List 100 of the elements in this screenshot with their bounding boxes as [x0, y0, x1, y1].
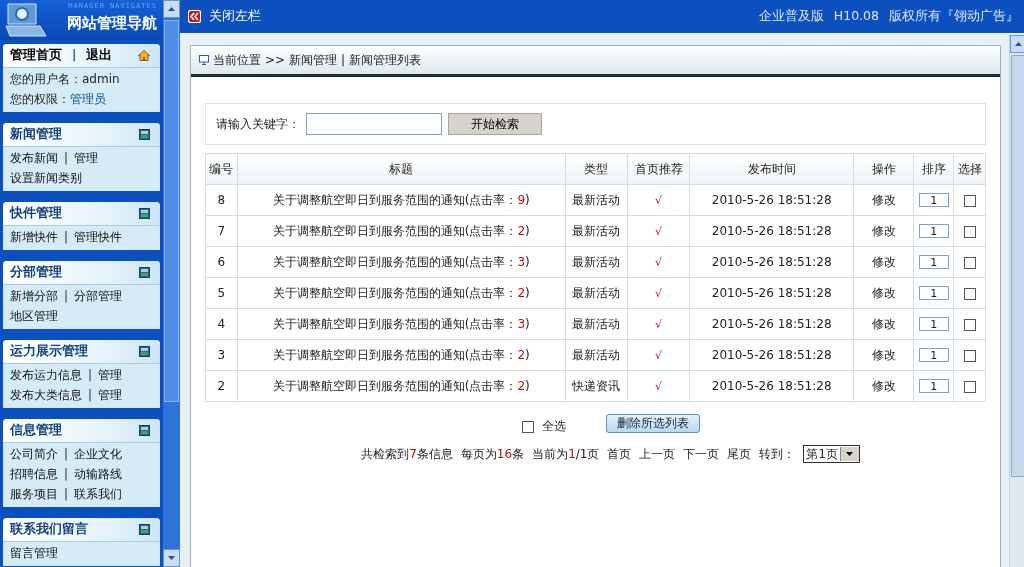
section-title: 新闻管理: [10, 126, 62, 143]
edit-link[interactable]: 修改: [871, 223, 896, 238]
nav-link[interactable]: 服务项目: [10, 487, 58, 501]
version-label: H10.08: [833, 8, 879, 25]
table-cell: 2010-5-26 18:51:28: [689, 277, 854, 309]
edit-link[interactable]: 修改: [871, 192, 896, 207]
nav-link[interactable]: 发布大类信息: [10, 388, 82, 402]
table-cell: 关于调整航空即日到服务范围的通知(点击率：2): [237, 215, 566, 247]
edit-link[interactable]: 修改: [871, 254, 896, 269]
keyword-field[interactable]: [306, 113, 442, 135]
table-cell: 最新活动: [565, 308, 628, 340]
search-button[interactable]: 开始检索: [448, 113, 542, 135]
row-checkbox[interactable]: [963, 349, 976, 362]
nav-link[interactable]: 管理: [98, 368, 123, 382]
recommend-mark: √: [655, 287, 663, 300]
pager-link[interactable]: 下一页: [683, 445, 720, 463]
edit-link[interactable]: 修改: [871, 347, 896, 362]
recommend-mark: √: [655, 318, 663, 331]
table-cell: 2010-5-26 18:51:28: [689, 246, 854, 278]
table-cell: 8: [205, 184, 238, 216]
edition-label: 企业普及版: [758, 8, 824, 25]
pager-link[interactable]: 上一页: [639, 445, 676, 463]
laptop-icon: [4, 2, 48, 38]
order-field[interactable]: 1: [918, 317, 949, 332]
nav-link[interactable]: 发布运力信息: [10, 368, 82, 382]
scrollbar[interactable]: [163, 0, 180, 567]
page-select[interactable]: 第1页: [803, 445, 860, 463]
link-separator: |: [64, 151, 69, 165]
nav-link[interactable]: 企业文化: [74, 447, 123, 461]
row-checkbox[interactable]: [963, 256, 976, 269]
order-field[interactable]: 1: [918, 255, 949, 270]
nav-link[interactable]: 动输路线: [74, 467, 123, 481]
column-header: 操作: [854, 153, 914, 185]
panel-icon: [139, 524, 150, 535]
scroll-up-icon[interactable]: [1015, 42, 1022, 46]
scroll-down-icon[interactable]: [168, 556, 175, 560]
recommend-mark: √: [655, 225, 663, 238]
nav-link[interactable]: 地区管理: [10, 309, 58, 323]
recommend-mark: √: [655, 349, 663, 362]
table-cell: 2010-5-26 18:51:28: [689, 184, 854, 216]
edit-link[interactable]: 修改: [871, 285, 896, 300]
edit-link[interactable]: 修改: [871, 316, 896, 331]
order-field[interactable]: 1: [918, 224, 949, 239]
result-count: 共检索到7条信息: [361, 445, 453, 463]
select-all-checkbox[interactable]: [521, 420, 534, 433]
logout-link[interactable]: 退出: [86, 47, 113, 62]
nav-link[interactable]: 分部管理: [74, 289, 123, 303]
order-field[interactable]: 1: [918, 286, 949, 301]
pager-link[interactable]: 首页: [607, 445, 632, 463]
copyright-text: 版权所有『翎动广告』: [889, 8, 1019, 25]
pager-link[interactable]: 尾页: [727, 445, 752, 463]
row-checkbox[interactable]: [963, 380, 976, 393]
table-cell: 2010-5-26 18:51:28: [689, 215, 854, 247]
nav-link[interactable]: 公司简介: [10, 447, 58, 461]
link-separator: |: [88, 388, 93, 402]
close-sidebar-link[interactable]: 关闭左栏: [188, 8, 261, 25]
panel-icon: [139, 208, 150, 219]
nav-link[interactable]: 发布新闻: [10, 151, 58, 165]
table-cell: 4: [205, 308, 238, 340]
nav-link[interactable]: 新增分部: [10, 289, 58, 303]
table-cell: 最新活动: [565, 339, 628, 371]
nav-link[interactable]: 联系我们: [74, 487, 123, 501]
table-cell: 3: [205, 339, 238, 371]
row-checkbox[interactable]: [963, 287, 976, 300]
table-cell: 最新活动: [565, 246, 628, 278]
table-cell: 快递资讯: [565, 370, 628, 402]
table-cell: 2: [205, 370, 238, 402]
nav-link[interactable]: 招聘信息: [10, 467, 58, 481]
table-cell: 关于调整航空即日到服务范围的通知(点击率：2): [237, 370, 566, 402]
home-link[interactable]: 管理首页: [10, 47, 62, 62]
scroll-up-icon[interactable]: [168, 7, 175, 11]
nav-link[interactable]: 设置新闻类别: [10, 171, 82, 185]
order-field[interactable]: 1: [918, 379, 949, 394]
breadcrumb-item: >>: [265, 53, 286, 67]
recommend-mark: √: [655, 380, 663, 393]
order-field[interactable]: 1: [918, 193, 949, 208]
breadcrumb-current: 新闻管理列表: [349, 51, 422, 69]
nav-link[interactable]: 留言管理: [10, 546, 58, 560]
home-icon: [138, 50, 150, 61]
table-cell: 2010-5-26 18:51:28: [689, 339, 854, 371]
row-checkbox[interactable]: [963, 225, 976, 238]
order-field[interactable]: 1: [918, 348, 949, 363]
column-header: 发布时间: [689, 153, 854, 185]
row-checkbox[interactable]: [963, 318, 976, 331]
nav-link[interactable]: 管理: [98, 388, 123, 402]
nav-link[interactable]: 管理: [74, 151, 99, 165]
nav-link[interactable]: 新增快件: [10, 230, 58, 244]
panel-icon: [139, 267, 150, 278]
column-header: 标题: [237, 153, 566, 185]
edit-link[interactable]: 修改: [871, 378, 896, 393]
delete-selected-button[interactable]: 删除所选列表: [605, 414, 700, 433]
row-checkbox[interactable]: [963, 194, 976, 207]
search-label: 请输入关键字：: [216, 115, 300, 133]
table-cell: 最新活动: [565, 184, 628, 216]
nav-link[interactable]: 管理快件: [74, 230, 123, 244]
table-cell: 最新活动: [565, 277, 628, 309]
breadcrumb-item: 当前位置: [213, 51, 261, 69]
scrollbar[interactable]: [1009, 35, 1024, 567]
table-cell: 关于调整航空即日到服务范围的通知(点击率：2): [237, 277, 566, 309]
table-cell: 关于调整航空即日到服务范围的通知(点击率：3): [237, 246, 566, 278]
